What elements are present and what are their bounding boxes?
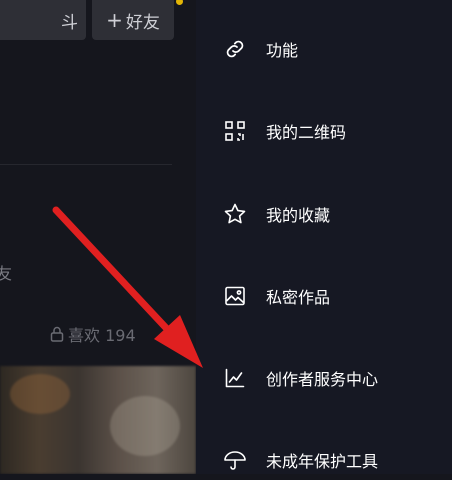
divider: [0, 164, 172, 165]
menu-item-label: 私密作品: [266, 288, 331, 307]
menu-item-features[interactable]: 功能: [196, 29, 452, 69]
blurred-video-thumbnails[interactable]: [0, 366, 196, 474]
side-menu: 功能 我的二维码 我的收藏 私密作品 创作者服务中心 未成年保护工具: [196, 0, 452, 474]
menu-item-creator-center[interactable]: 创作者服务中心: [196, 358, 452, 398]
profile-background-panel: 斗 + 好友 友 喜欢 194: [0, 0, 196, 474]
likes-label: 喜欢 194: [68, 326, 136, 345]
menu-item-label: 创作者服务中心: [266, 370, 379, 389]
star-icon: [222, 201, 248, 227]
menu-item-label: 功能: [266, 41, 299, 60]
menu-item-my-qrcode[interactable]: 我的二维码: [196, 111, 452, 151]
chart-icon: [222, 365, 248, 391]
menu-item-label: 我的二维码: [266, 123, 347, 142]
menu-item-label: 未成年保护工具: [266, 452, 379, 471]
menu-item-private-works[interactable]: 私密作品: [196, 276, 452, 316]
friends-text-partial: 友: [0, 264, 13, 283]
notification-dot: [176, 0, 183, 5]
menu-item-minor-protection[interactable]: 未成年保护工具: [196, 440, 452, 480]
partial-top-button-label: 斗: [61, 12, 78, 33]
add-friend-label: 好友: [125, 12, 160, 33]
menu-item-label: 我的收藏: [266, 206, 331, 225]
add-friend-button[interactable]: + 好友: [92, 0, 174, 40]
menu-item-my-favorites[interactable]: 我的收藏: [196, 194, 452, 234]
link-icon: [222, 36, 248, 62]
qrcode-icon: [222, 118, 248, 144]
lock-icon: [50, 326, 64, 342]
likes-count[interactable]: 喜欢 194: [50, 322, 136, 346]
plus-icon: +: [106, 8, 123, 32]
partial-top-button[interactable]: 斗: [0, 0, 86, 40]
umbrella-icon: [222, 447, 248, 473]
image-icon: [222, 283, 248, 309]
